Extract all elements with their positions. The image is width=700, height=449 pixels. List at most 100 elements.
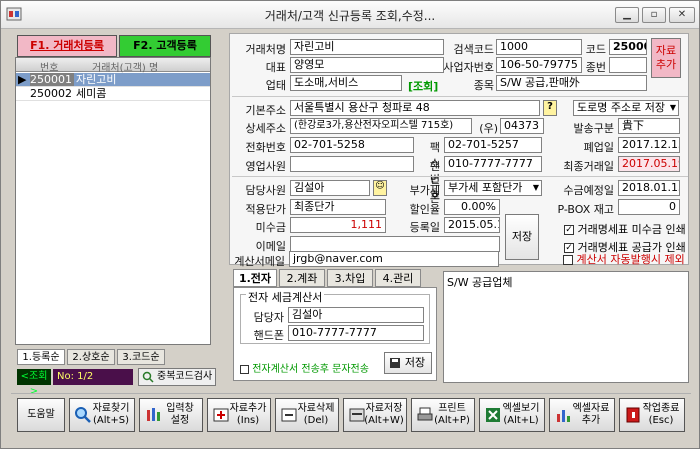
- tab-etax[interactable]: 1.전자: [233, 269, 277, 287]
- tab-manage[interactable]: 4.관리: [375, 269, 421, 287]
- manager-lookup-icon[interactable]: ☺: [373, 180, 387, 196]
- zip-field[interactable]: 04373: [500, 118, 544, 134]
- search-code-field[interactable]: 1000: [496, 39, 582, 55]
- excel-view-label: 엑셀보기: [502, 403, 540, 414]
- add-data-button[interactable]: 자료추가: [651, 38, 681, 78]
- branch-field[interactable]: [609, 57, 647, 73]
- fax-field[interactable]: 02-701-5257: [444, 137, 542, 153]
- disk-icon: [390, 358, 400, 368]
- etax-save-button[interactable]: 저장: [384, 352, 432, 374]
- exit-button[interactable]: 작업종료 (Esc): [619, 398, 685, 432]
- type-field[interactable]: 도소매,서비스: [290, 75, 402, 91]
- col-no[interactable]: 번호: [40, 59, 58, 74]
- close-date-field[interactable]: 2017.12.15: [618, 137, 680, 153]
- type-label: 업태: [265, 79, 286, 92]
- tab-customer[interactable]: F2. 고객등록: [119, 35, 211, 57]
- email-field[interactable]: [290, 236, 500, 252]
- phone-label: 전화번호: [245, 141, 286, 154]
- main-window: 거래처/고객 신규등록 조회,수정... ▁ ▫ ✕ F1. 거래처등록 F2.…: [0, 0, 700, 449]
- excel-add-label: 엑셀자료: [572, 403, 610, 414]
- table-row[interactable]: ▶ 250001 자린고비: [16, 73, 210, 87]
- sales-field[interactable]: [290, 156, 414, 172]
- tab-sort-name[interactable]: 2.상호순: [67, 349, 115, 365]
- sales-label: 영업사원: [245, 160, 286, 173]
- item-field[interactable]: S/W 공급,판매外: [496, 75, 647, 91]
- bizno-label: 사업자번호: [443, 61, 494, 74]
- manager-field[interactable]: 김설아: [290, 180, 370, 196]
- print-button[interactable]: 프린트 (Alt+P): [411, 398, 475, 432]
- maximize-button[interactable]: ▫: [642, 7, 666, 23]
- row-name: 자린고비: [76, 73, 210, 86]
- col-name[interactable]: 거래처(고객) 명: [92, 59, 158, 74]
- tab-sort-reg[interactable]: 1.등록순: [17, 349, 65, 365]
- checkbox-icon[interactable]: ✓: [564, 225, 574, 235]
- input-settings-button[interactable]: 입력창 설정: [139, 398, 203, 432]
- email-label: 이메일: [255, 240, 286, 253]
- save-record-button[interactable]: 자료저장 (Alt+W): [343, 398, 407, 432]
- delete-record-button[interactable]: 자료삭제 (Del): [275, 398, 339, 432]
- close-button[interactable]: ✕: [669, 7, 695, 23]
- bizno-field[interactable]: 106-50-79775: [496, 57, 582, 73]
- unpaid-field[interactable]: 1,111: [290, 217, 386, 233]
- etax-person-label: 담당자: [253, 311, 284, 324]
- send-type-field[interactable]: 貴下: [618, 118, 680, 134]
- excel-view-button[interactable]: 엑셀보기 (Alt+L): [479, 398, 545, 432]
- reg-date-field[interactable]: 2015.05.19: [444, 217, 500, 233]
- chk-unpaid-row[interactable]: ✓ 거래명세표 미수금 인쇄: [564, 221, 688, 237]
- dup-check-button[interactable]: 중복코드검사: [138, 368, 216, 386]
- excel-view-shortcut: (Alt+L): [503, 415, 539, 426]
- table-row[interactable]: 250002 세미콤: [16, 87, 210, 101]
- tab-sort-code[interactable]: 3.코드순: [117, 349, 165, 365]
- vendor-list: 번호 거래처(고객) 명 ▶ 250001 자린고비 250002 세미콤: [15, 57, 211, 345]
- last-trade-label: 최종거래일: [563, 160, 614, 173]
- manager-label: 담당사원: [245, 184, 286, 197]
- lookup-link[interactable]: [조회]: [408, 78, 448, 94]
- vat-label: 부가세: [409, 184, 440, 197]
- addr-field[interactable]: 서울특별시 용산구 청파로 48: [290, 100, 540, 116]
- checkbox-icon[interactable]: [563, 255, 573, 265]
- mobile-field[interactable]: 010-7777-7777: [444, 156, 542, 172]
- tab-account[interactable]: 2.계좌: [279, 269, 325, 287]
- phone-field[interactable]: 02-701-5258: [290, 137, 414, 153]
- minimize-button[interactable]: ▁: [615, 7, 639, 23]
- add-record-shortcut: (Ins): [236, 415, 260, 426]
- etax-mobile-field[interactable]: 010-7777-7777: [288, 325, 424, 341]
- search-data-label: 자료찾기: [92, 403, 130, 414]
- discount-field[interactable]: 0.00%: [444, 199, 500, 215]
- pbox-field[interactable]: 0: [618, 199, 680, 215]
- sms-option-row[interactable]: 전자계산서 전송후 문자전송: [240, 360, 382, 375]
- rep-field[interactable]: 양영모: [290, 57, 444, 73]
- divider: [232, 176, 688, 177]
- addr-mode-select[interactable]: 도로명 주소로 저장: [573, 100, 679, 116]
- addr-help-icon[interactable]: ?: [543, 100, 557, 116]
- rep-label: 대표: [265, 61, 286, 74]
- tab-vendor[interactable]: F1. 거래처등록: [17, 35, 117, 57]
- etax-person-field[interactable]: 김설아: [288, 307, 424, 323]
- chk-exclude-row[interactable]: 계산서 자동발행시 제외: [563, 251, 689, 267]
- vat-select[interactable]: 부가세 포함단가: [444, 180, 542, 196]
- vendor-name-label: 거래처명: [245, 43, 286, 56]
- memo-field[interactable]: S/W 공급업체: [443, 271, 689, 383]
- collect-date-field[interactable]: 2018.01.15: [618, 180, 680, 196]
- lower-panel: 1.전자 2.계좌 3.차입 4.관리 전자 세금계산서 담당자 김설아 핸드폰…: [229, 269, 441, 381]
- excel-add-button[interactable]: 엑셀자료 추가: [549, 398, 615, 432]
- code-field[interactable]: 250001: [609, 39, 647, 55]
- tax-email-field[interactable]: jrgb@naver.com: [289, 251, 499, 267]
- collect-date-label: 수금예정일: [563, 184, 614, 197]
- search-data-button[interactable]: 자료찾기 (Alt+S): [69, 398, 135, 432]
- addr-detail-field[interactable]: (한강로3가,용산전자오피스텔 715호): [290, 118, 472, 134]
- zip-label: (우): [479, 122, 498, 135]
- window-title: 거래처/고객 신규등록 조회,수정...: [264, 9, 436, 23]
- vendor-name-field[interactable]: 자린고비: [290, 39, 444, 55]
- close-date-label: 폐업일: [583, 141, 614, 154]
- save-button[interactable]: 저장: [505, 214, 539, 260]
- add-record-button[interactable]: 자료추가 (Ins): [207, 398, 271, 432]
- checkbox-icon[interactable]: [240, 364, 249, 374]
- tab-loan[interactable]: 3.차입: [327, 269, 373, 287]
- help-button[interactable]: 도움말: [17, 398, 65, 432]
- code-label: 코드: [585, 43, 606, 56]
- price-field[interactable]: 최종단가: [290, 199, 386, 215]
- last-trade-field[interactable]: 2017.05.19: [618, 156, 680, 172]
- dup-check-label: 중복코드검사: [157, 371, 213, 382]
- excel-add-label2: 추가: [581, 415, 601, 426]
